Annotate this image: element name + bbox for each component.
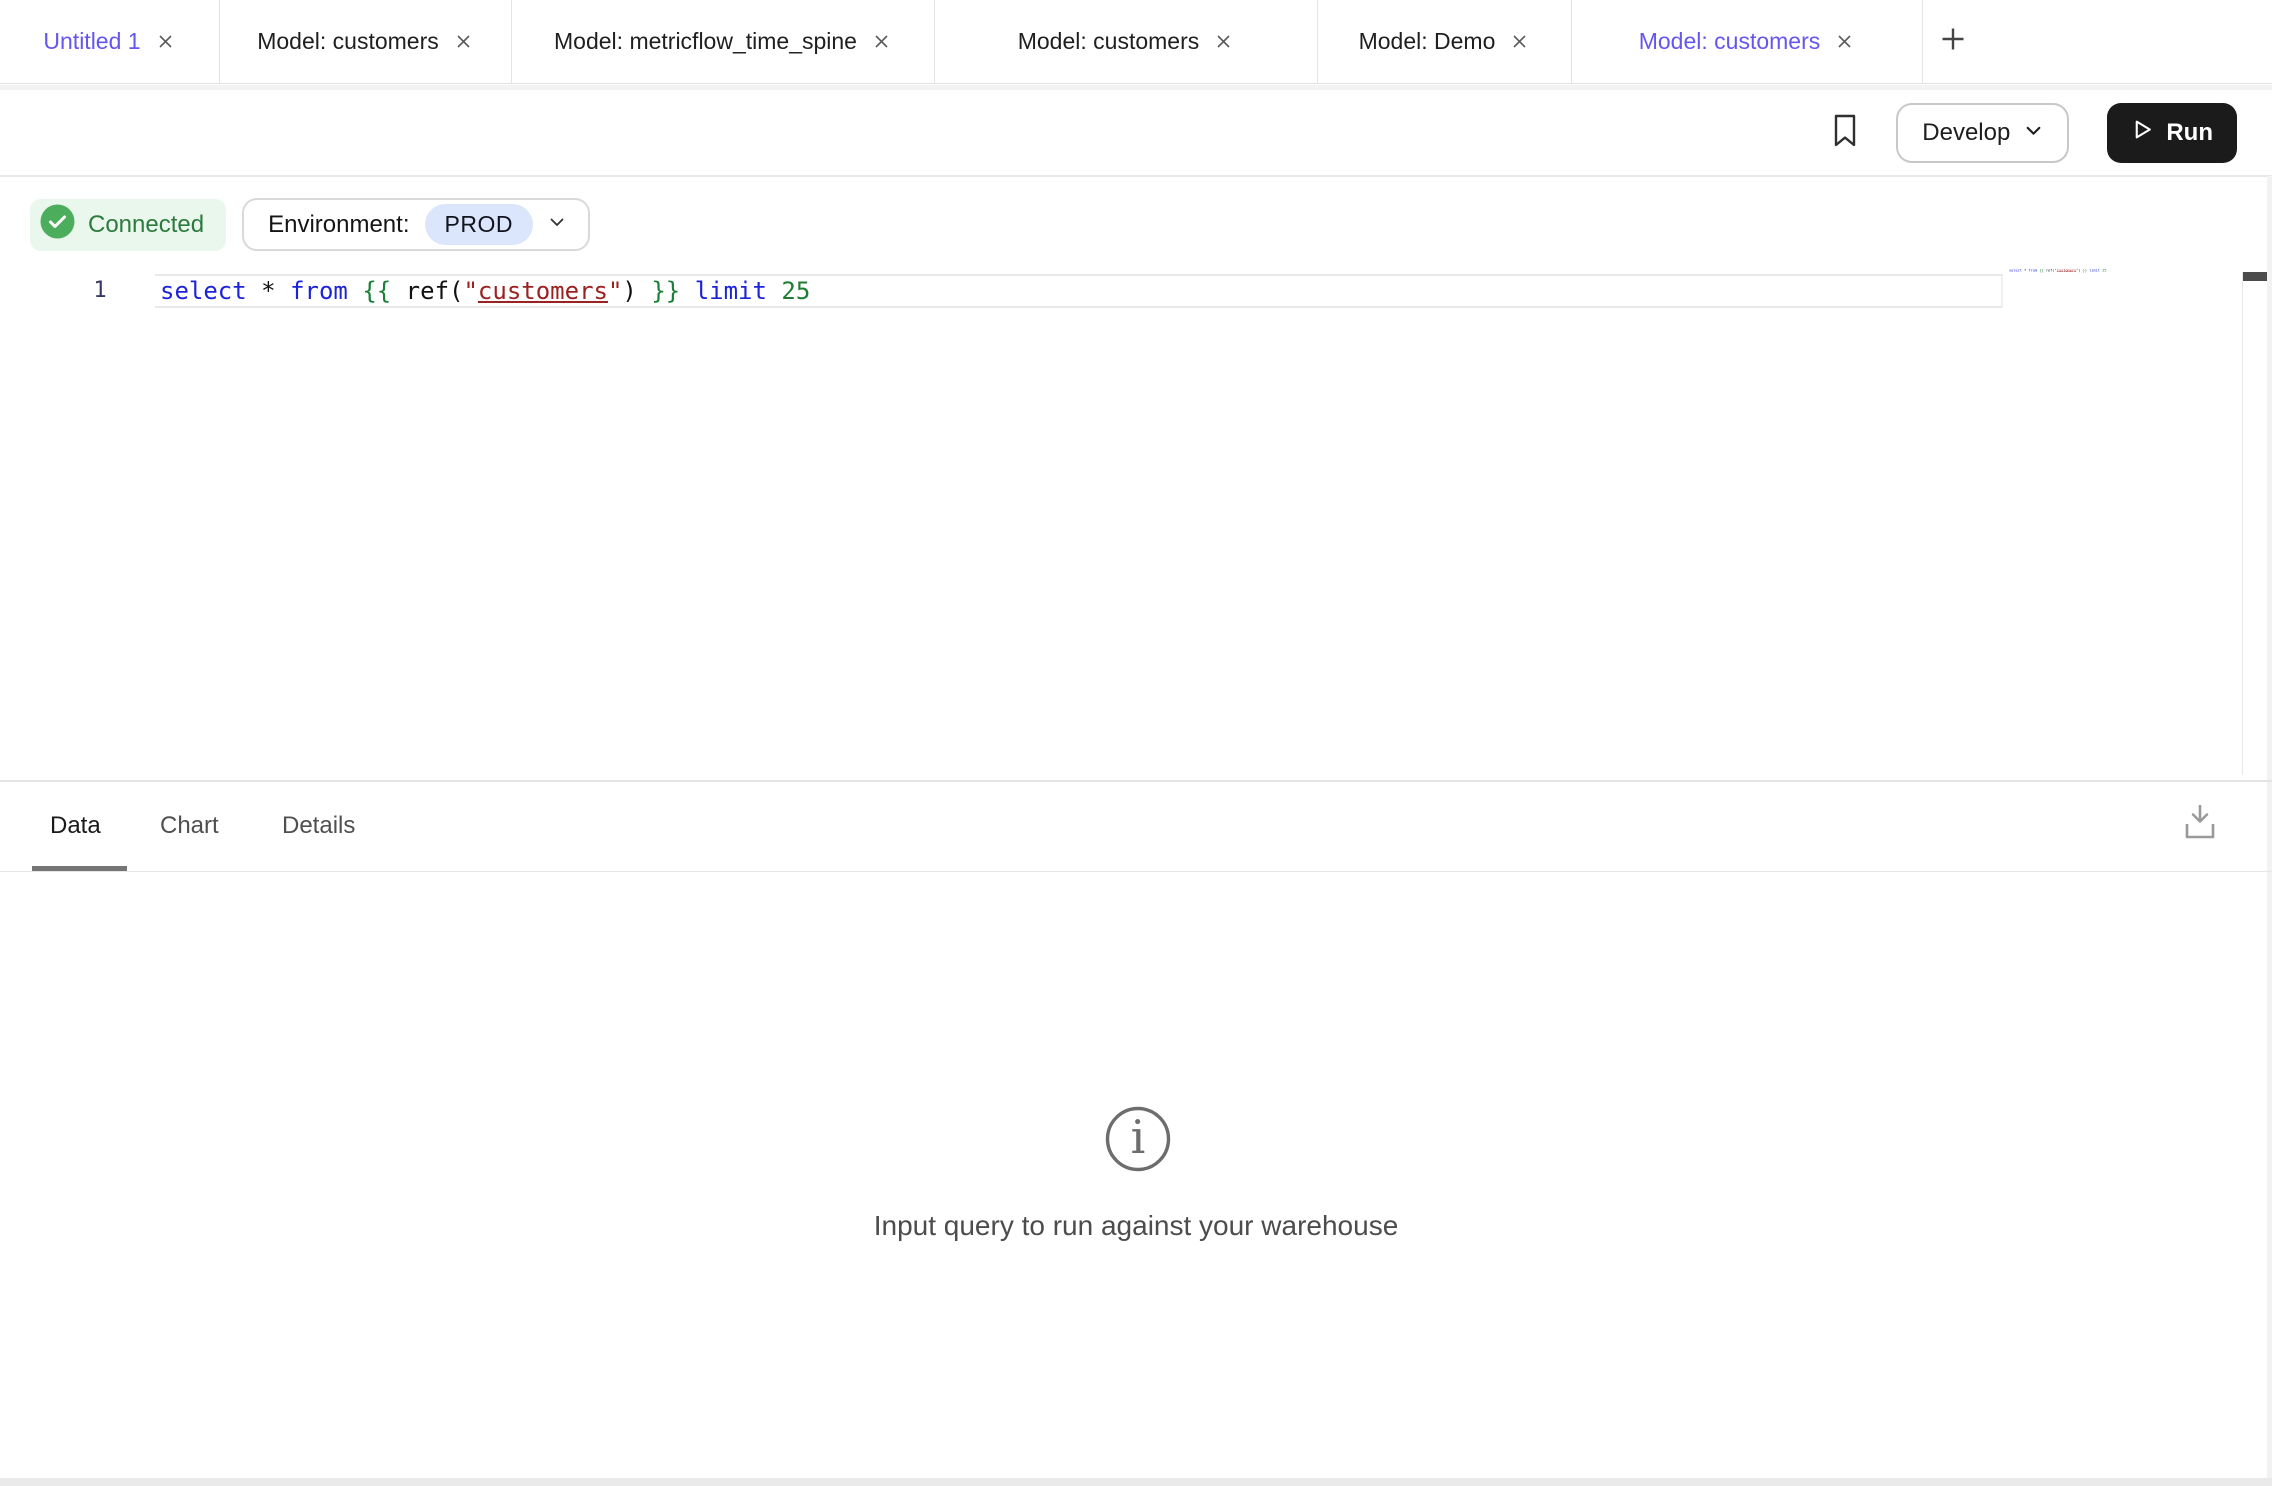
tab-model-customers-3[interactable]: Model: customers bbox=[1572, 0, 1923, 83]
tab-label: Model: metricflow_time_spine bbox=[554, 28, 857, 55]
results-tabs-border bbox=[0, 871, 2272, 872]
close-icon[interactable] bbox=[453, 31, 474, 52]
status-row: Connected Environment: PROD bbox=[30, 198, 590, 251]
info-icon: i bbox=[1103, 1104, 1173, 1179]
chevron-down-icon bbox=[2024, 119, 2043, 147]
environment-value-pill: PROD bbox=[425, 204, 533, 245]
check-circle-icon bbox=[40, 204, 75, 246]
connected-label: Connected bbox=[88, 211, 204, 239]
svg-text:i: i bbox=[1131, 1110, 1146, 1164]
scrollbar-thumb[interactable] bbox=[2243, 272, 2270, 281]
close-icon[interactable] bbox=[1834, 31, 1855, 52]
tab-data[interactable]: Data bbox=[50, 812, 101, 840]
toolbar: Develop Run bbox=[0, 90, 2272, 175]
tab-label: Model: Demo bbox=[1359, 28, 1496, 55]
tab-chart[interactable]: Chart bbox=[160, 812, 219, 840]
environment-label: Environment: bbox=[268, 211, 409, 239]
download-icon bbox=[2181, 831, 2219, 848]
tab-details[interactable]: Details bbox=[282, 812, 355, 840]
bottom-scrollbar-track[interactable] bbox=[0, 1478, 2272, 1486]
ref-model-link[interactable]: customers bbox=[478, 277, 608, 305]
tab-label: Untitled 1 bbox=[43, 28, 140, 55]
tab-model-demo[interactable]: Model: Demo bbox=[1318, 0, 1572, 83]
line-number: 1 bbox=[86, 278, 114, 303]
develop-button-label: Develop bbox=[1922, 119, 2010, 147]
tab-label: Model: customers bbox=[1018, 28, 1200, 55]
tab-untitled-1[interactable]: Untitled 1 bbox=[0, 0, 220, 83]
tab-bar: Untitled 1 Model: customers Model: metri… bbox=[0, 0, 2272, 84]
bookmark-button[interactable] bbox=[1832, 113, 1858, 153]
bookmark-icon bbox=[1832, 113, 1858, 153]
play-icon bbox=[2131, 118, 2154, 148]
tab-model-customers-2[interactable]: Model: customers bbox=[935, 0, 1318, 83]
tab-label: Model: customers bbox=[257, 28, 439, 55]
tab-model-metricflow-time-spine[interactable]: Model: metricflow_time_spine bbox=[512, 0, 935, 83]
new-tab-button[interactable] bbox=[1923, 0, 1983, 83]
connected-status-badge: Connected bbox=[30, 199, 226, 251]
scrollbar-track[interactable] bbox=[2267, 176, 2272, 1478]
ide-window: Untitled 1 Model: customers Model: metri… bbox=[0, 0, 2272, 1486]
empty-state-message: Input query to run against your warehous… bbox=[0, 1210, 2272, 1242]
sql-editor-active-line[interactable]: select * from {{ ref("customers") }} lim… bbox=[155, 274, 2003, 308]
toolbar-divider bbox=[0, 175, 2272, 177]
close-icon[interactable] bbox=[155, 31, 176, 52]
run-button-label: Run bbox=[2166, 119, 2213, 147]
code-token: select bbox=[160, 277, 247, 305]
results-panel-divider bbox=[0, 780, 2272, 782]
minimap-border bbox=[2242, 272, 2243, 775]
close-icon[interactable] bbox=[871, 31, 892, 52]
tab-model-customers-1[interactable]: Model: customers bbox=[220, 0, 512, 83]
chevron-down-icon bbox=[548, 213, 566, 236]
environment-selector[interactable]: Environment: PROD bbox=[242, 198, 590, 251]
plus-icon bbox=[1938, 24, 1968, 59]
download-button[interactable] bbox=[2181, 800, 2219, 849]
close-icon[interactable] bbox=[1213, 31, 1234, 52]
minimap[interactable]: select * from {{ ref("customers") }} lim… bbox=[2009, 268, 2107, 272]
close-icon[interactable] bbox=[1509, 31, 1530, 52]
develop-button[interactable]: Develop bbox=[1896, 103, 2069, 163]
tab-label: Model: customers bbox=[1639, 28, 1821, 55]
run-button[interactable]: Run bbox=[2107, 103, 2237, 163]
